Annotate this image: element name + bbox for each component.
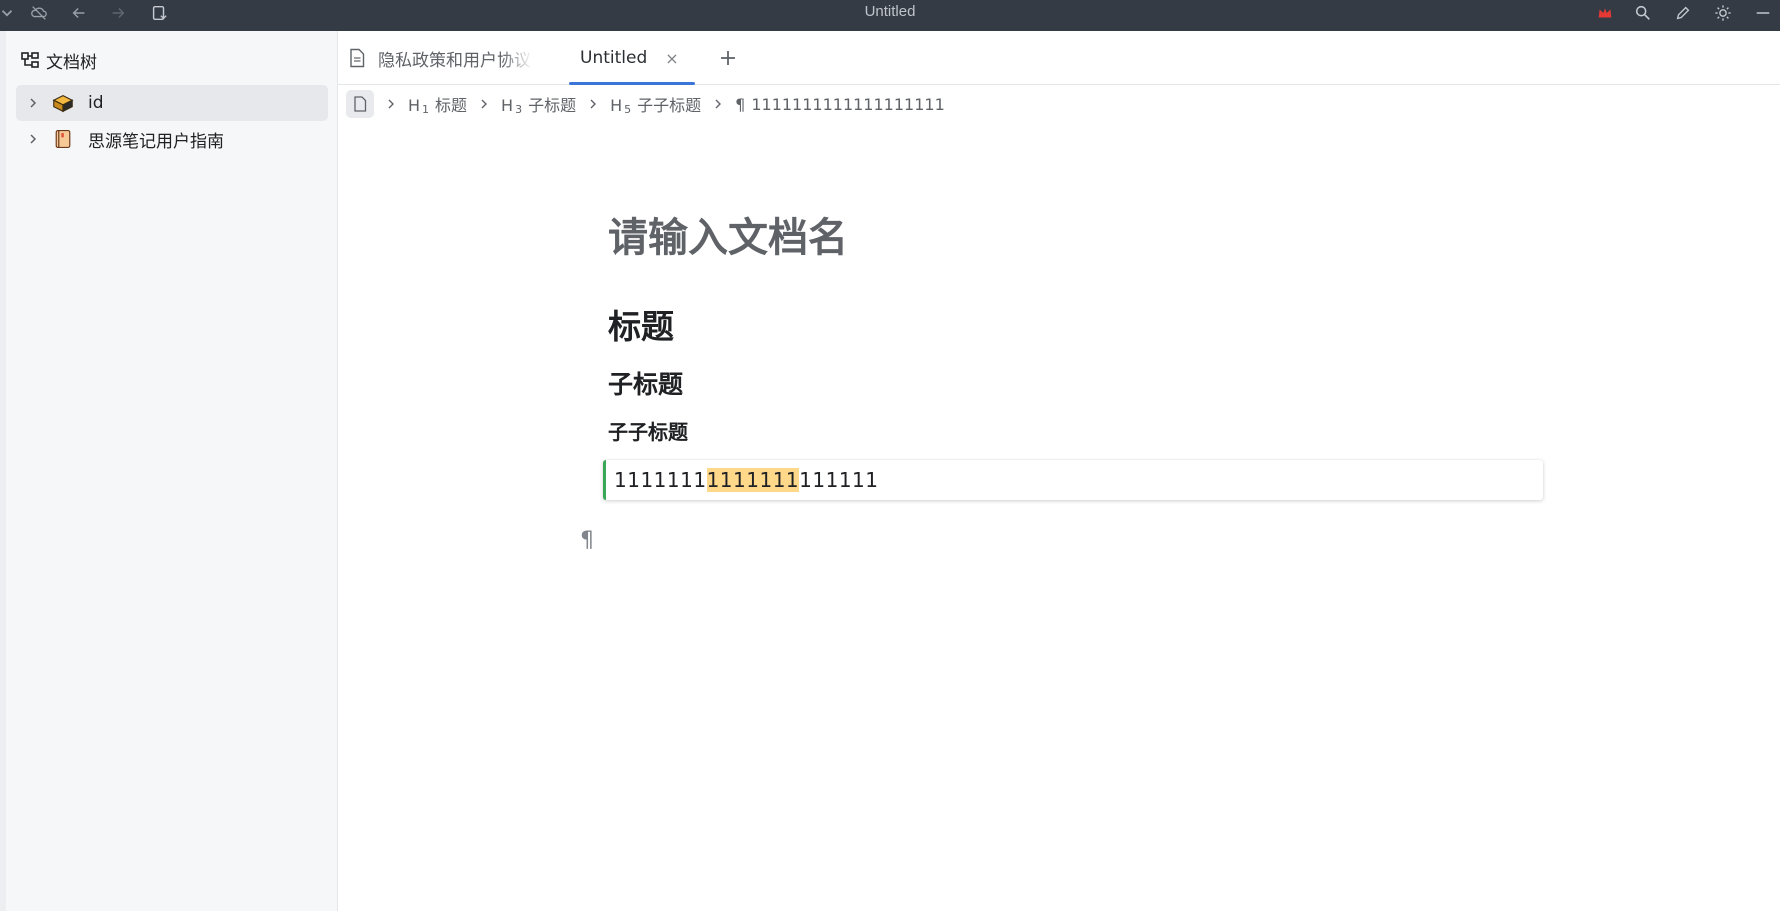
tab-bar: 隐私政策和用户协议 Untitled × (338, 31, 1780, 85)
expand-chevron-icon[interactable] (16, 85, 50, 121)
breadcrumb-label: 子标题 (528, 96, 577, 115)
theme-sun-icon[interactable] (1712, 2, 1734, 24)
tab-untitled[interactable]: Untitled × (569, 31, 695, 85)
sidebar-item-user-guide[interactable]: 思源笔记用户指南 (16, 121, 328, 157)
breadcrumb-h5[interactable]: H5 子子标题 (604, 92, 707, 116)
document-icon (350, 48, 365, 68)
expand-chevron-icon[interactable] (16, 121, 50, 157)
file-tree-label: 文档树 (46, 52, 97, 73)
paragraph-icon: ¶ (735, 94, 746, 114)
heading-level: 1 (422, 103, 430, 116)
breadcrumb-document-icon[interactable] (346, 90, 374, 118)
notebook-book-icon (50, 126, 76, 152)
chevron-right-icon (582, 98, 604, 110)
crown-icon[interactable] (1594, 2, 1616, 24)
tab-label: Untitled (580, 48, 648, 68)
breadcrumb-h1[interactable]: H1 标题 (402, 92, 473, 116)
heading-prefix: H (501, 96, 514, 115)
tab-privacy-policy[interactable]: 隐私政策和用户协议 (348, 31, 533, 85)
heading-prefix: H (610, 96, 623, 115)
sidebar-edge (0, 31, 6, 911)
active-tab-indicator (569, 82, 695, 85)
heading-3[interactable]: 子标题 (608, 365, 683, 401)
breadcrumb-paragraph[interactable]: ¶ 1111111111111111111 (729, 95, 951, 114)
chevron-right-icon (707, 98, 729, 110)
new-tab-button[interactable] (714, 44, 742, 72)
breadcrumb-h3[interactable]: H3 子标题 (495, 92, 582, 116)
heading-level: 5 (624, 103, 632, 116)
window-title: Untitled (864, 3, 916, 20)
highlighted-text: 1111111 (706, 468, 800, 492)
tab-label: 隐私政策和用户协议 (378, 50, 531, 71)
paragraph-block[interactable]: 1111111 1111111 111111 (603, 460, 1543, 500)
file-tree-icon (21, 52, 39, 68)
file-tree-header[interactable]: 文档树 (20, 45, 97, 75)
breadcrumb: H1 标题 H3 子标题 H5 子子标题 ¶ 11111111111111111… (346, 88, 951, 120)
search-icon[interactable] (1632, 2, 1654, 24)
close-tab-icon[interactable]: × (665, 49, 678, 68)
sidebar-item-id[interactable]: id (16, 85, 328, 121)
heading-1[interactable]: 标题 (608, 300, 674, 348)
breadcrumb-label: 子子标题 (637, 96, 702, 115)
minimize-icon[interactable] (1752, 2, 1774, 24)
breadcrumb-label: 标题 (435, 96, 468, 115)
document-title-input[interactable]: 请输入文档名 (608, 205, 848, 263)
empty-block-marker[interactable]: ¶ (580, 528, 594, 553)
heading-level: 3 (515, 103, 523, 116)
paragraph-text: 1111111 (614, 468, 707, 492)
chevron-right-icon (473, 98, 495, 110)
notebook-box-icon (50, 90, 76, 116)
title-bar: Untitled (0, 0, 1780, 31)
sidebar: 文档树 id 思源笔记用户指南 (0, 31, 338, 911)
sidebar-item-label: 思源笔记用户指南 (88, 131, 224, 152)
edit-pencil-icon[interactable] (1672, 2, 1694, 24)
paragraph-text: 111111 (799, 468, 879, 492)
plus-icon (721, 51, 735, 65)
chevron-right-icon (380, 98, 402, 110)
heading-5[interactable]: 子子标题 (608, 416, 688, 445)
sidebar-item-label: id (88, 93, 104, 113)
heading-prefix: H (408, 96, 421, 115)
breadcrumb-label: 1111111111111111111 (751, 94, 945, 114)
